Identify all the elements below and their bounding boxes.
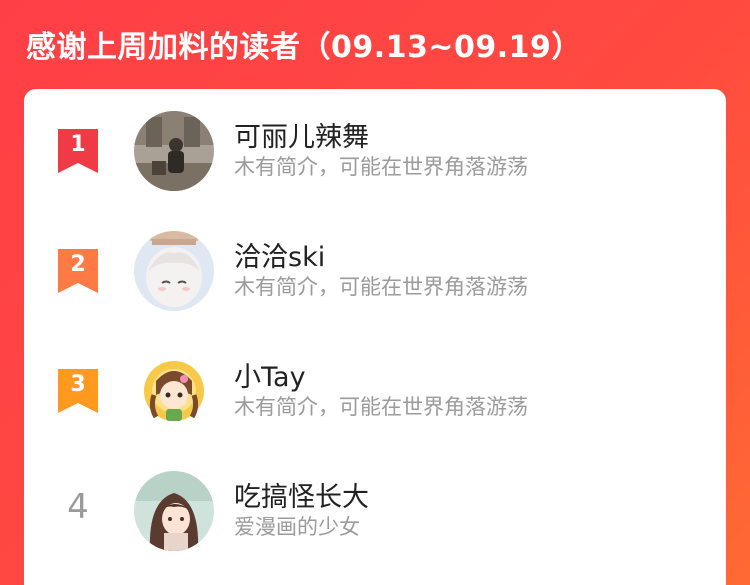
reader-name[interactable]: 吃搞怪长大: [234, 475, 369, 514]
panel-title: 感谢上周加料的读者（09.13~09.19）: [26, 30, 582, 65]
reader-row-3[interactable]: 3 小Tay 木有简介，可能在世界角落游荡: [24, 329, 726, 431]
reader-avatar[interactable]: [134, 471, 214, 551]
reader-avatar[interactable]: [134, 231, 214, 311]
reader-description: 木有简介，可能在世界角落游荡: [234, 395, 528, 419]
reader-name[interactable]: 洽洽ski: [234, 235, 325, 274]
rank-number: 3: [70, 372, 86, 397]
reader-avatar[interactable]: [134, 351, 214, 431]
reader-row-2[interactable]: 2 洽洽ski 木有简介，可能在世界角落游荡: [24, 209, 726, 311]
reader-row-1[interactable]: 1 可丽儿辣舞 木有简介，可能在世界角落游荡: [24, 89, 726, 191]
rank-2-ribbon-badge: 2: [58, 249, 98, 293]
reader-name[interactable]: 小Tay: [234, 355, 306, 394]
reader-description: 爱漫画的少女: [234, 515, 360, 539]
weekly-readers-panel: 感谢上周加料的读者（09.13~09.19） 1 可丽儿辣舞 木有简介，可能在世…: [0, 0, 750, 585]
rank-number: 1: [70, 132, 86, 157]
reader-description: 木有简介，可能在世界角落游荡: [234, 275, 528, 299]
reader-name[interactable]: 可丽儿辣舞: [234, 115, 369, 154]
rank-number: 2: [70, 252, 86, 277]
reader-row-4[interactable]: 4 吃搞怪长大 爱漫画的少女: [24, 449, 726, 551]
rank-number: 4: [67, 487, 89, 527]
reader-avatar[interactable]: [134, 111, 214, 191]
reader-description: 木有简介，可能在世界角落游荡: [234, 155, 528, 179]
readers-list: 1 可丽儿辣舞 木有简介，可能在世界角落游荡 2 洽洽ski 木有简介，可能在世…: [24, 89, 726, 585]
rank-1-ribbon-badge: 1: [58, 129, 98, 173]
rank-3-ribbon-badge: 3: [58, 369, 98, 413]
